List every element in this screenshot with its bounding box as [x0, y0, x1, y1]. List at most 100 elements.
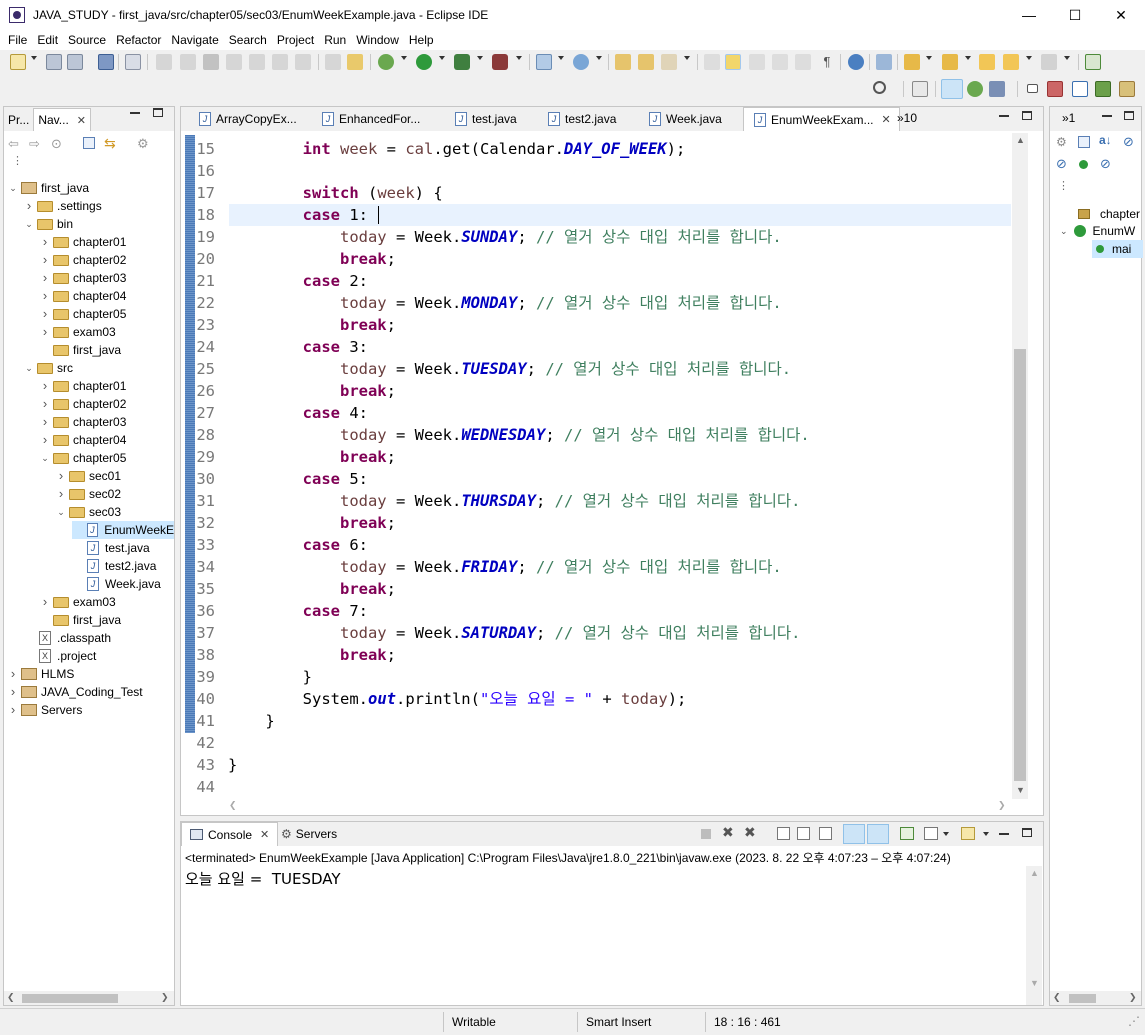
outline-horizontal-scrollbar[interactable]: ❮ ❯: [1050, 991, 1141, 1005]
prev-annotation-icon[interactable]: [795, 54, 811, 70]
show-on-stderr-icon[interactable]: [867, 824, 889, 844]
close-icon[interactable]: ✕: [881, 113, 890, 126]
chevron-down-icon[interactable]: ⌄: [56, 503, 66, 521]
highlight-icon[interactable]: [725, 54, 741, 70]
code-line[interactable]: today = Week.MONDAY; // 열거 상수 대입 처리를 합니다…: [228, 292, 782, 314]
new-dropdown-icon[interactable]: [31, 56, 37, 60]
tree-item[interactable]: › chapter01: [40, 377, 127, 395]
refactor-icon[interactable]: [347, 54, 363, 70]
tree-item[interactable]: › .settings: [24, 197, 102, 215]
maximize-view-icon[interactable]: [1022, 111, 1032, 120]
chevron-right-icon[interactable]: ›: [40, 413, 50, 431]
maximize-view-icon[interactable]: [1022, 828, 1032, 837]
debug-icon[interactable]: [378, 54, 394, 70]
tree-item[interactable]: › chapter02: [40, 395, 127, 413]
tree-item[interactable]: ⌄ bin: [24, 215, 73, 233]
clear-console-icon[interactable]: [777, 827, 790, 840]
search-tool-icon[interactable]: [661, 54, 677, 70]
maximize-button[interactable]: ☐: [1052, 0, 1098, 30]
tree-item[interactable]: › Servers: [8, 701, 83, 719]
tree-item[interactable]: › chapter03: [40, 413, 127, 431]
link-with-editor-icon[interactable]: ⇆: [104, 135, 116, 152]
new-icon[interactable]: [10, 54, 26, 70]
search-icon[interactable]: [873, 81, 886, 94]
maximize-view-icon[interactable]: [153, 108, 163, 117]
tree-item[interactable]: › chapter01: [40, 233, 127, 251]
code-line[interactable]: today = Week.THURSDAY; // 열거 상수 대입 처리를 합…: [228, 490, 800, 512]
open-console-icon[interactable]: [961, 827, 975, 840]
scrollbar-thumb[interactable]: [1069, 994, 1096, 1003]
view-menu-icon[interactable]: ⋮: [12, 156, 23, 167]
forward-arrow-icon[interactable]: ⇨: [29, 136, 40, 152]
disconnect-icon[interactable]: [226, 54, 242, 70]
code-line[interactable]: break;: [228, 446, 396, 468]
minimize-view-icon[interactable]: [999, 115, 1009, 117]
view-icon-2[interactable]: [1072, 81, 1088, 97]
code-line[interactable]: case 3:: [228, 336, 368, 358]
step-return-icon[interactable]: [295, 54, 311, 70]
chevron-right-icon[interactable]: ›: [40, 287, 50, 305]
chevron-right-icon[interactable]: ›: [40, 431, 50, 449]
run-icon[interactable]: [416, 54, 432, 70]
scrollbar-thumb[interactable]: [22, 994, 118, 1003]
minimize-view-icon[interactable]: [999, 833, 1009, 835]
tree-item[interactable]: X .classpath: [24, 629, 111, 647]
next-edit-icon[interactable]: [904, 54, 920, 70]
tab-arraycopy[interactable]: J ArrayCopyEx...: [189, 107, 305, 130]
editor-vertical-scrollbar[interactable]: ▲ ▼: [1012, 133, 1028, 799]
tab-enhancedfor[interactable]: J EnhancedFor...: [312, 107, 428, 130]
chevron-right-icon[interactable]: ›: [8, 683, 18, 701]
menu-project[interactable]: Project: [272, 33, 319, 47]
back-icon[interactable]: [1003, 54, 1019, 70]
tree-item[interactable]: Jtest2.java: [72, 557, 156, 575]
next-edit-dropdown-icon[interactable]: [926, 56, 932, 60]
outline-tab-overflow[interactable]: »1: [1062, 111, 1075, 125]
toggle-mark-occurrences-icon[interactable]: [704, 54, 720, 70]
code-line[interactable]: }: [228, 666, 312, 688]
status-insert-mode[interactable]: Smart Insert: [577, 1012, 704, 1032]
open-task-icon[interactable]: [638, 54, 654, 70]
forward-icon[interactable]: [1041, 54, 1057, 70]
tab-servers[interactable]: ⚙ Servers: [273, 822, 345, 845]
chevron-down-icon[interactable]: ⌄: [24, 359, 34, 377]
menu-edit[interactable]: Edit: [32, 33, 63, 47]
filter-icon[interactable]: ⚙: [137, 136, 149, 152]
external-tools-icon[interactable]: [492, 54, 508, 70]
tree-item[interactable]: ⌄ src: [24, 359, 73, 377]
show-whitespace-icon[interactable]: ¶: [819, 54, 835, 70]
code-line[interactable]: break;: [228, 314, 396, 336]
chevron-down-icon[interactable]: ⌄: [40, 449, 50, 467]
menu-search[interactable]: Search: [224, 33, 272, 47]
chevron-right-icon[interactable]: ›: [40, 323, 50, 341]
chevron-right-icon[interactable]: ›: [56, 467, 66, 485]
menu-file[interactable]: File: [3, 33, 32, 47]
word-wrap-icon[interactable]: [819, 827, 832, 840]
menu-run[interactable]: Run: [319, 33, 351, 47]
tree-item[interactable]: › exam03: [40, 593, 116, 611]
code-line[interactable]: today = Week.SATURDAY; // 열거 상수 대입 처리를 합…: [228, 622, 800, 644]
tab-project-explorer[interactable]: Pr...: [4, 108, 33, 131]
terminate-icon[interactable]: [701, 829, 711, 839]
suspend-icon[interactable]: [180, 54, 196, 70]
tree-item[interactable]: Jtest.java: [72, 539, 150, 557]
code-line[interactable]: break;: [228, 380, 396, 402]
chevron-down-icon[interactable]: ⌄: [8, 179, 18, 197]
code-line[interactable]: today = Week.SUNDAY; // 열거 상수 대입 처리를 합니다…: [228, 226, 782, 248]
menu-navigate[interactable]: Navigate: [166, 33, 223, 47]
code-line[interactable]: int week = cal.get(Calendar.DAY_OF_WEEK)…: [228, 138, 686, 160]
use-step-filters-icon[interactable]: [325, 54, 341, 70]
menu-source[interactable]: Source: [63, 33, 111, 47]
new-java-project-icon[interactable]: [536, 54, 552, 70]
up-icon[interactable]: ⊙: [51, 136, 62, 152]
web-browser-icon[interactable]: [848, 54, 864, 70]
tree-item[interactable]: ⌄ sec03: [56, 503, 121, 521]
tree-item[interactable]: first_java: [40, 611, 121, 629]
tree-item[interactable]: › chapter04: [40, 287, 127, 305]
outline-item-method[interactable]: mai: [1092, 240, 1143, 258]
tree-item[interactable]: ⌄ first_java: [8, 179, 89, 197]
tree-item[interactable]: J EnumWeekE: [72, 521, 174, 539]
chevron-right-icon[interactable]: ›: [40, 251, 50, 269]
scrollbar-thumb[interactable]: [1014, 349, 1026, 781]
horizontal-scrollbar[interactable]: ❮ ❯: [4, 991, 174, 1005]
editor-horizontal-scrollbar[interactable]: ❮ ❯: [226, 798, 1012, 814]
